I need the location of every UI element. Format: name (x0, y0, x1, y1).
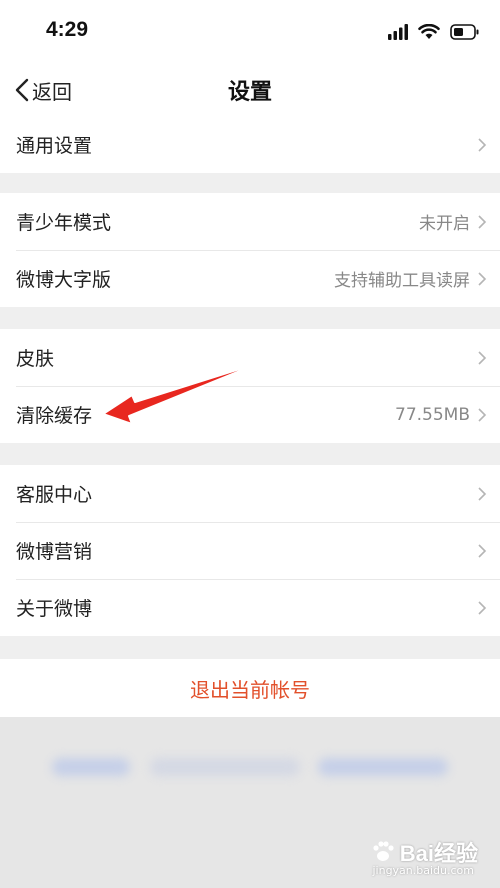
row-label: 微博营销 (16, 541, 93, 563)
settings-row-large-font[interactable]: 微博大字版 支持辅助工具读屏 (0, 250, 500, 307)
settings-group-modes: 青少年模式 未开启 微博大字版 支持辅助工具读屏 (0, 193, 500, 307)
blurred-link (52, 758, 130, 776)
status-icons (388, 20, 480, 44)
logout-label: 退出当前帐号 (190, 677, 310, 702)
chevron-right-icon (478, 600, 487, 615)
settings-row-customer-service[interactable]: 客服中心 (0, 465, 500, 522)
cellular-signal-icon (388, 24, 408, 40)
row-label: 关于微博 (16, 598, 93, 620)
settings-row-about[interactable]: 关于微博 (0, 579, 500, 636)
cache-size-value: 77.55MB (395, 404, 470, 425)
blurred-link (318, 758, 448, 776)
logout-button[interactable]: 退出当前帐号 (0, 659, 500, 717)
settings-group-appearance: 皮肤 清除缓存 77.55MB (0, 329, 500, 443)
chevron-right-icon (478, 137, 487, 152)
settings-row-marketing[interactable]: 微博营销 (0, 522, 500, 579)
row-value: 支持辅助工具读屏 (334, 271, 470, 291)
settings-row-clear-cache[interactable]: 清除缓存 77.55MB (0, 386, 500, 443)
chevron-right-icon (478, 543, 487, 558)
watermark-url: jingyan.baidu.com (372, 864, 474, 877)
settings-row-teen-mode[interactable]: 青少年模式 未开启 (0, 193, 500, 250)
wifi-icon (418, 24, 440, 39)
row-label: 微博大字版 (16, 269, 112, 291)
settings-row-skin[interactable]: 皮肤 (0, 329, 500, 386)
settings-group-general: 通用设置 (0, 116, 500, 173)
page-title: 设置 (227, 80, 272, 105)
settings-group-about: 客服中心 微博营销 关于微博 (0, 465, 500, 636)
row-label: 青少年模式 (16, 212, 112, 234)
chevron-right-icon (478, 214, 487, 229)
row-value: 未开启 (419, 214, 470, 234)
settings-row-general[interactable]: 通用设置 (0, 116, 500, 173)
navigation-bar: 返回 设置 (0, 64, 500, 116)
chevron-right-icon (478, 407, 487, 422)
row-label: 客服中心 (16, 484, 93, 506)
blurred-link (150, 758, 300, 776)
chevron-right-icon (478, 486, 487, 501)
paw-icon (373, 841, 394, 861)
chevron-right-icon (478, 271, 487, 286)
row-label: 皮肤 (16, 348, 55, 370)
battery-icon (450, 24, 479, 40)
chevron-right-icon (478, 350, 487, 365)
status-bar: 4:29 (0, 0, 500, 64)
row-label: 通用设置 (16, 135, 93, 157)
row-label: 清除缓存 (16, 405, 93, 427)
status-time: 4:29 (46, 18, 89, 41)
